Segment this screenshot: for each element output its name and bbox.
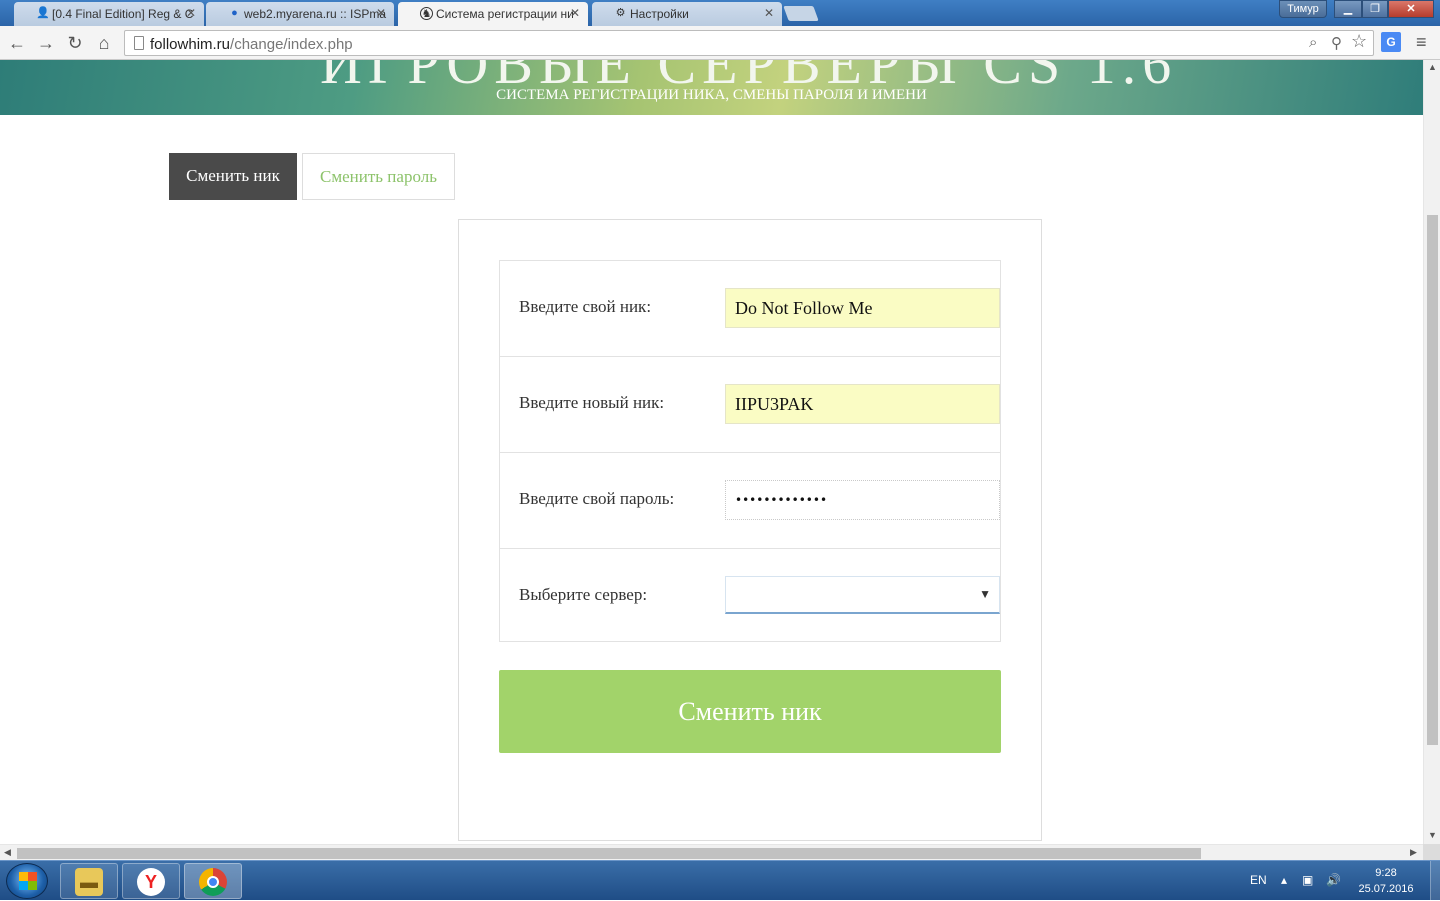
form-panel: Введите свой ник: Do Not Follow Me Введи… (458, 219, 1042, 841)
bookmark-star-icon[interactable]: ☆ (1351, 31, 1367, 52)
tab-title: web2.myarena.ru :: ISPma (244, 7, 387, 21)
new-nick-input[interactable]: IIPU3PAK (725, 384, 1000, 424)
show-desktop-button[interactable] (1430, 861, 1440, 901)
browser-tab-1[interactable]: ● web2.myarena.ru :: ISPma ✕ (206, 2, 394, 26)
pin-icon[interactable]: ⚲ (1331, 34, 1342, 52)
change-nick-form: Введите свой ник: Do Not Follow Me Введи… (499, 260, 1001, 642)
scroll-left-arrow-icon[interactable]: ◀ (4, 847, 11, 858)
user-icon: 👤 (36, 7, 50, 19)
submit-change-nick-button[interactable]: Сменить ник (499, 670, 1001, 753)
browser-tab-0[interactable]: 👤 [0.4 Final Edition] Reg & C ✕ (14, 2, 204, 26)
globe-icon: ● (231, 7, 238, 19)
profile-button[interactable]: Тимур (1279, 0, 1327, 18)
dropdown-arrow-icon: ▼ (979, 587, 991, 601)
server-select[interactable]: ▼ (725, 576, 1000, 614)
page-icon (134, 36, 144, 50)
hero-banner: ИГРОВЫЕ СЕРВЕРЫ CS 1.6 СИСТЕМА РЕГИСТРАЦ… (0, 60, 1423, 115)
chrome-icon (199, 868, 227, 896)
close-icon[interactable]: ✕ (376, 6, 386, 20)
clock-date: 25.07.2016 (1358, 883, 1414, 895)
page-viewport: ИГРОВЫЕ СЕРВЕРЫ CS 1.6 СИСТЕМА РЕГИСТРАЦ… (0, 60, 1423, 844)
browser-toolbar: ← → ↻ ⌂ followhim.ru/change/index.php ⌕ … (0, 26, 1440, 60)
vertical-scroll-thumb[interactable] (1427, 215, 1438, 745)
menu-icon[interactable]: ≡ (1416, 32, 1432, 53)
followhim-logo-icon: ♞ (420, 7, 433, 20)
current-nick-label: Введите свой ник: (519, 297, 652, 316)
taskbar-chrome[interactable] (184, 863, 242, 899)
close-icon[interactable]: ✕ (570, 6, 580, 20)
taskbar-yandex-browser[interactable]: Y (122, 863, 180, 899)
horizontal-scrollbar[interactable]: ◀ ▶ (0, 844, 1423, 860)
system-clock[interactable]: 9:28 25.07.2016 (1348, 865, 1424, 897)
minimize-button[interactable]: ▁ (1334, 0, 1362, 18)
windows-logo-icon (19, 872, 37, 890)
tab-title: [0.4 Final Edition] Reg & C (52, 7, 194, 21)
maximize-button[interactable]: ❐ (1362, 0, 1388, 18)
form-row-server: Выберите сервер: ▼ (500, 549, 1000, 642)
form-row-current-nick: Введите свой ник: Do Not Follow Me (500, 261, 1000, 357)
browser-tab-3[interactable]: ⚙ Настройки ✕ (592, 2, 782, 26)
vertical-scrollbar[interactable]: ▲ ▼ (1423, 60, 1440, 844)
home-button[interactable]: ⌂ (93, 32, 115, 54)
close-icon[interactable]: ✕ (764, 6, 774, 20)
tab-title: Система регистрации ни (436, 7, 574, 21)
taskbar-explorer[interactable]: ▬ (60, 863, 118, 899)
network-icon[interactable]: ▣ (1302, 873, 1313, 887)
tab-change-nick[interactable]: Сменить ник (169, 153, 297, 200)
new-tab-button[interactable] (783, 6, 819, 21)
volume-icon[interactable]: 🔊 (1326, 873, 1341, 887)
start-button[interactable] (6, 863, 48, 899)
folder-icon: ▬ (75, 868, 103, 896)
server-label: Выберите сервер: (519, 585, 648, 604)
close-icon[interactable]: ✕ (186, 6, 196, 20)
password-input[interactable]: ••••••••••••• (725, 480, 1000, 520)
new-nick-label: Введите новый ник: (519, 393, 665, 412)
windows-taskbar: ▬ Y EN ▴ ▣ 🔊 9:28 25.07.2016 (0, 860, 1440, 901)
close-window-button[interactable]: ✕ (1388, 0, 1434, 18)
form-row-new-nick: Введите новый ник: IIPU3PAK (500, 357, 1000, 453)
clock-time: 9:28 (1375, 867, 1397, 879)
scroll-up-arrow-icon[interactable]: ▲ (1428, 62, 1437, 72)
url-text: followhim.ru/change/index.php (150, 36, 353, 53)
gear-icon: ⚙ (615, 7, 626, 19)
translate-icon[interactable]: G (1381, 32, 1401, 52)
hero-subtitle: СИСТЕМА РЕГИСТРАЦИИ НИКА, СМЕНЫ ПАРОЛЯ И… (496, 87, 927, 103)
current-nick-input[interactable]: Do Not Follow Me (725, 288, 1000, 328)
tab-title: Настройки (630, 7, 689, 21)
zoom-icon[interactable]: ⌕ (1309, 34, 1317, 51)
yandex-icon: Y (137, 868, 165, 896)
scroll-down-arrow-icon[interactable]: ▼ (1428, 830, 1437, 840)
tab-change-password[interactable]: Сменить пароль (302, 153, 455, 200)
language-indicator[interactable]: EN (1250, 873, 1267, 887)
back-button[interactable]: ← (6, 32, 28, 54)
password-label: Введите свой пароль: (519, 489, 675, 508)
reload-button[interactable]: ↻ (64, 32, 86, 54)
forward-button[interactable]: → (35, 32, 57, 54)
browser-tab-2[interactable]: ♞ Система регистрации ни ✕ (398, 2, 588, 27)
browser-tab-strip: 👤 [0.4 Final Edition] Reg & C ✕ ● web2.m… (0, 0, 1440, 27)
tray-expand-icon[interactable]: ▴ (1281, 873, 1287, 887)
scroll-right-arrow-icon[interactable]: ▶ (1410, 847, 1417, 858)
horizontal-scroll-thumb[interactable] (17, 848, 1201, 859)
scrollbar-corner (1423, 844, 1440, 860)
form-row-password: Введите свой пароль: ••••••••••••• (500, 453, 1000, 549)
address-bar[interactable]: followhim.ru/change/index.php ⌕ ⚲ ☆ (124, 30, 1374, 56)
